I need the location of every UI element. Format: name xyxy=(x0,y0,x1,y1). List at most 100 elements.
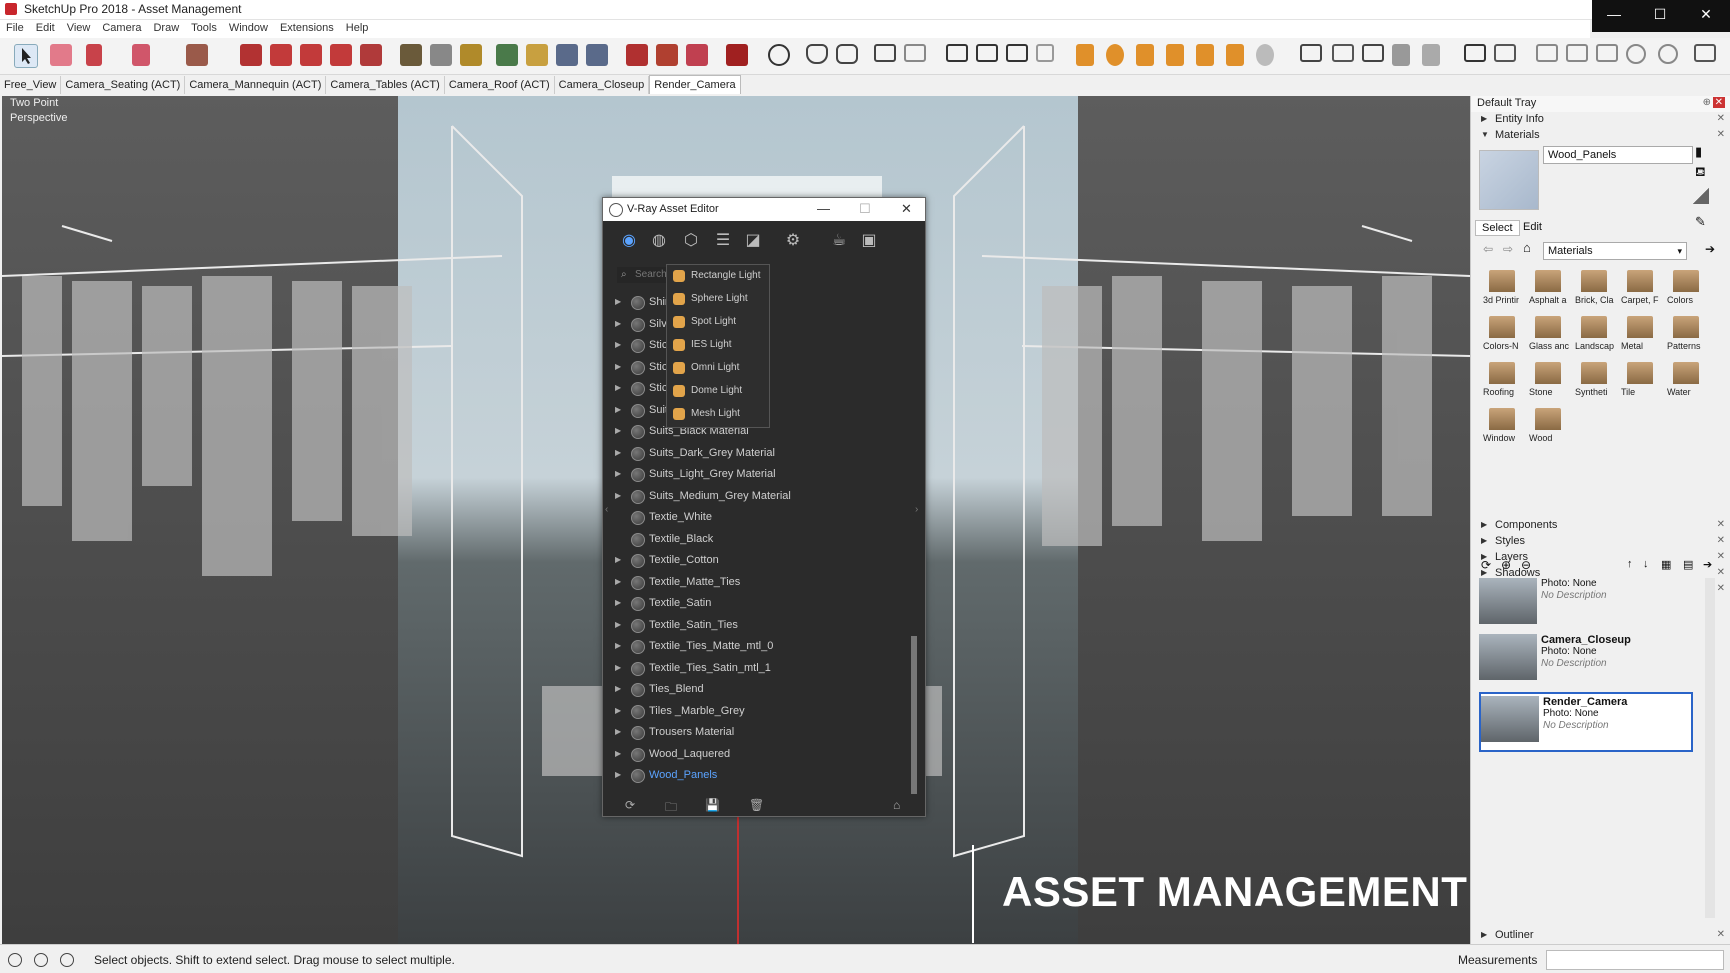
vray-clipper-icon[interactable] xyxy=(1422,44,1440,66)
remove-scene-icon[interactable]: ⊖ xyxy=(1521,558,1531,572)
panel-header[interactable]: ▶ Components ✕ xyxy=(1471,518,1730,534)
vray-render-icon[interactable] xyxy=(806,44,828,64)
minimize-button[interactable]: — xyxy=(1594,6,1634,22)
expand-arrow-icon[interactable]: ▶ xyxy=(615,448,621,457)
vray-sphere-icon[interactable] xyxy=(1626,44,1646,64)
scene-tab[interactable]: Camera_Closeup xyxy=(555,76,650,94)
material-name-field[interactable]: Wood_Panels xyxy=(1543,146,1693,164)
material-folder[interactable]: Carpet, F xyxy=(1619,266,1661,310)
expand-arrow-icon[interactable]: ▶ xyxy=(615,727,621,736)
vray-frame-buffer-icon[interactable] xyxy=(946,44,968,62)
materials-tab-icon[interactable]: ◉ xyxy=(619,231,639,251)
vray-batch-render-icon[interactable] xyxy=(874,44,896,62)
scene-tab-active[interactable]: Render_Camera xyxy=(649,75,741,94)
scenes-scrollbar[interactable] xyxy=(1705,578,1715,918)
material-folder[interactable]: 3d Printir xyxy=(1481,266,1523,310)
panel-close-icon[interactable]: ✕ xyxy=(1717,519,1725,530)
material-folder[interactable]: Glass anc xyxy=(1527,312,1569,356)
expand-arrow-icon[interactable]: ▶ xyxy=(615,770,621,779)
asset-list-item[interactable]: Textie_White xyxy=(611,507,911,528)
expand-arrow-icon[interactable]: ▶ xyxy=(615,706,621,715)
material-folder[interactable]: Patterns xyxy=(1665,312,1707,356)
expand-arrow-icon[interactable]: ▶ xyxy=(615,319,621,328)
scene-tab[interactable]: Free_View xyxy=(0,76,62,94)
menu-window[interactable]: Window xyxy=(223,20,274,36)
render-elements-tab-icon[interactable]: ◪ xyxy=(743,231,763,251)
asset-list-item[interactable]: ▶ Textile_Satin xyxy=(611,593,911,614)
move-down-icon[interactable]: ↓ xyxy=(1643,558,1649,570)
vray-uvw-icon[interactable] xyxy=(1566,44,1588,62)
vray-cloud-icon[interactable] xyxy=(904,44,926,62)
text-tool-icon[interactable] xyxy=(430,44,452,66)
expand-arrow-icon[interactable]: ▶ xyxy=(615,663,621,672)
material-collection-select[interactable]: Materials ▾ xyxy=(1543,242,1687,260)
vray-mesh-export-icon[interactable] xyxy=(1362,44,1384,62)
scenes-menu-arrow-icon[interactable]: ➔ xyxy=(1703,558,1712,571)
scene-tab[interactable]: Camera_Mannequin (ACT) xyxy=(185,76,327,94)
asset-list-item[interactable]: ▶ Textile_Matte_Ties xyxy=(611,572,911,593)
sample-paint-icon[interactable] xyxy=(1693,188,1709,204)
expand-arrow-icon[interactable]: ▶ xyxy=(615,684,621,693)
asset-list-item[interactable]: ▶ Tiles _Marble_Grey xyxy=(611,701,911,722)
vray-lock-icon[interactable] xyxy=(1036,44,1054,62)
material-folder[interactable]: Asphalt a xyxy=(1527,266,1569,310)
expand-arrow-icon[interactable]: ▶ xyxy=(615,297,621,306)
light-menu-item[interactable]: Sphere Light xyxy=(667,288,769,311)
material-folder[interactable]: Syntheti xyxy=(1573,358,1615,402)
material-folder[interactable]: Window xyxy=(1481,404,1523,448)
expand-arrow-icon[interactable]: ▶ xyxy=(615,598,621,607)
create-asset-icon[interactable]: ⟳ xyxy=(625,798,635,812)
menu-tools[interactable]: Tools xyxy=(185,20,223,36)
expand-arrow-icon[interactable]: ▶ xyxy=(615,641,621,650)
material-folder[interactable]: Wood xyxy=(1527,404,1569,448)
vray-infinite-plane-icon[interactable] xyxy=(1332,44,1354,62)
zoom-extents-icon[interactable] xyxy=(586,44,608,66)
asset-list-item[interactable]: ▶ Suits_Dark_Grey Material xyxy=(611,443,911,464)
vray-asset-editor-icon[interactable] xyxy=(976,44,998,62)
vray-proxy-icon[interactable] xyxy=(1300,44,1322,62)
menu-extensions[interactable]: Extensions xyxy=(274,20,340,36)
add-scene-icon[interactable]: ⊕ xyxy=(1501,558,1511,572)
expand-arrow-icon[interactable]: ▶ xyxy=(615,362,621,371)
vray-maximize-button[interactable]: ☐ xyxy=(859,201,871,217)
vray-scene-import-icon[interactable] xyxy=(1494,44,1516,62)
tab-edit[interactable]: Edit xyxy=(1517,220,1548,234)
material-folder[interactable]: Roofing xyxy=(1481,358,1523,402)
asset-list-item[interactable]: ▶ Suits_Medium_Grey Material xyxy=(611,486,911,507)
warehouse-icon[interactable] xyxy=(626,44,648,66)
close-button[interactable]: ✕ xyxy=(1686,6,1726,23)
paint-bucket-icon[interactable] xyxy=(460,44,482,66)
mesh-light-icon[interactable] xyxy=(1256,44,1274,66)
scene-item[interactable]: Photo: None No Description xyxy=(1479,576,1689,632)
components-icon[interactable] xyxy=(656,44,678,66)
asset-list-item[interactable]: ▶ Wood_Laquered xyxy=(611,744,911,765)
expand-arrow-icon[interactable]: ▶ xyxy=(615,426,621,435)
textures-tab-icon[interactable]: ☰ xyxy=(713,231,733,251)
panel-close-icon[interactable]: ✕ xyxy=(1717,583,1725,594)
asset-list-item[interactable]: ▶ Textile_Cotton xyxy=(611,550,911,571)
scene-details-icon[interactable]: ▤ xyxy=(1683,558,1693,571)
frame-buffer-icon[interactable]: ▣ xyxy=(859,231,879,251)
expand-arrow-icon[interactable]: ▶ xyxy=(615,620,621,629)
back-arrow-icon[interactable]: ⇦ xyxy=(1483,242,1493,256)
credits-icon[interactable] xyxy=(34,953,48,967)
rectangle-tool-icon[interactable] xyxy=(186,44,208,66)
scene-tab[interactable]: Camera_Tables (ACT) xyxy=(326,76,445,94)
paint-bucket-icon[interactable]: ⛾ xyxy=(1695,164,1706,182)
panel-header-outliner[interactable]: ▶ Outliner ✕ xyxy=(1471,928,1730,944)
vray-minimize-button[interactable]: — xyxy=(817,201,830,216)
tray-close-icon[interactable]: ✕ xyxy=(1712,97,1725,108)
scene-item[interactable]: Camera_Closeup Photo: None No Description xyxy=(1479,632,1689,688)
collapse-right-icon[interactable]: › xyxy=(915,504,918,515)
pencil-tool-icon[interactable] xyxy=(86,44,102,66)
lights-tab-icon[interactable]: ◍ xyxy=(649,231,669,251)
extension-warehouse-icon[interactable] xyxy=(686,44,708,66)
expand-arrow-icon[interactable]: ▶ xyxy=(615,749,621,758)
view-options-icon[interactable]: ▦ xyxy=(1661,558,1671,571)
expand-arrow-icon[interactable]: ▶ xyxy=(615,555,621,564)
collapse-left-icon[interactable]: ‹ xyxy=(605,504,608,515)
menu-camera[interactable]: Camera xyxy=(96,20,147,36)
light-menu-item[interactable]: Spot Light xyxy=(667,311,769,334)
expand-arrow-icon[interactable]: ▶ xyxy=(615,491,621,500)
menu-edit[interactable]: Edit xyxy=(30,20,61,36)
